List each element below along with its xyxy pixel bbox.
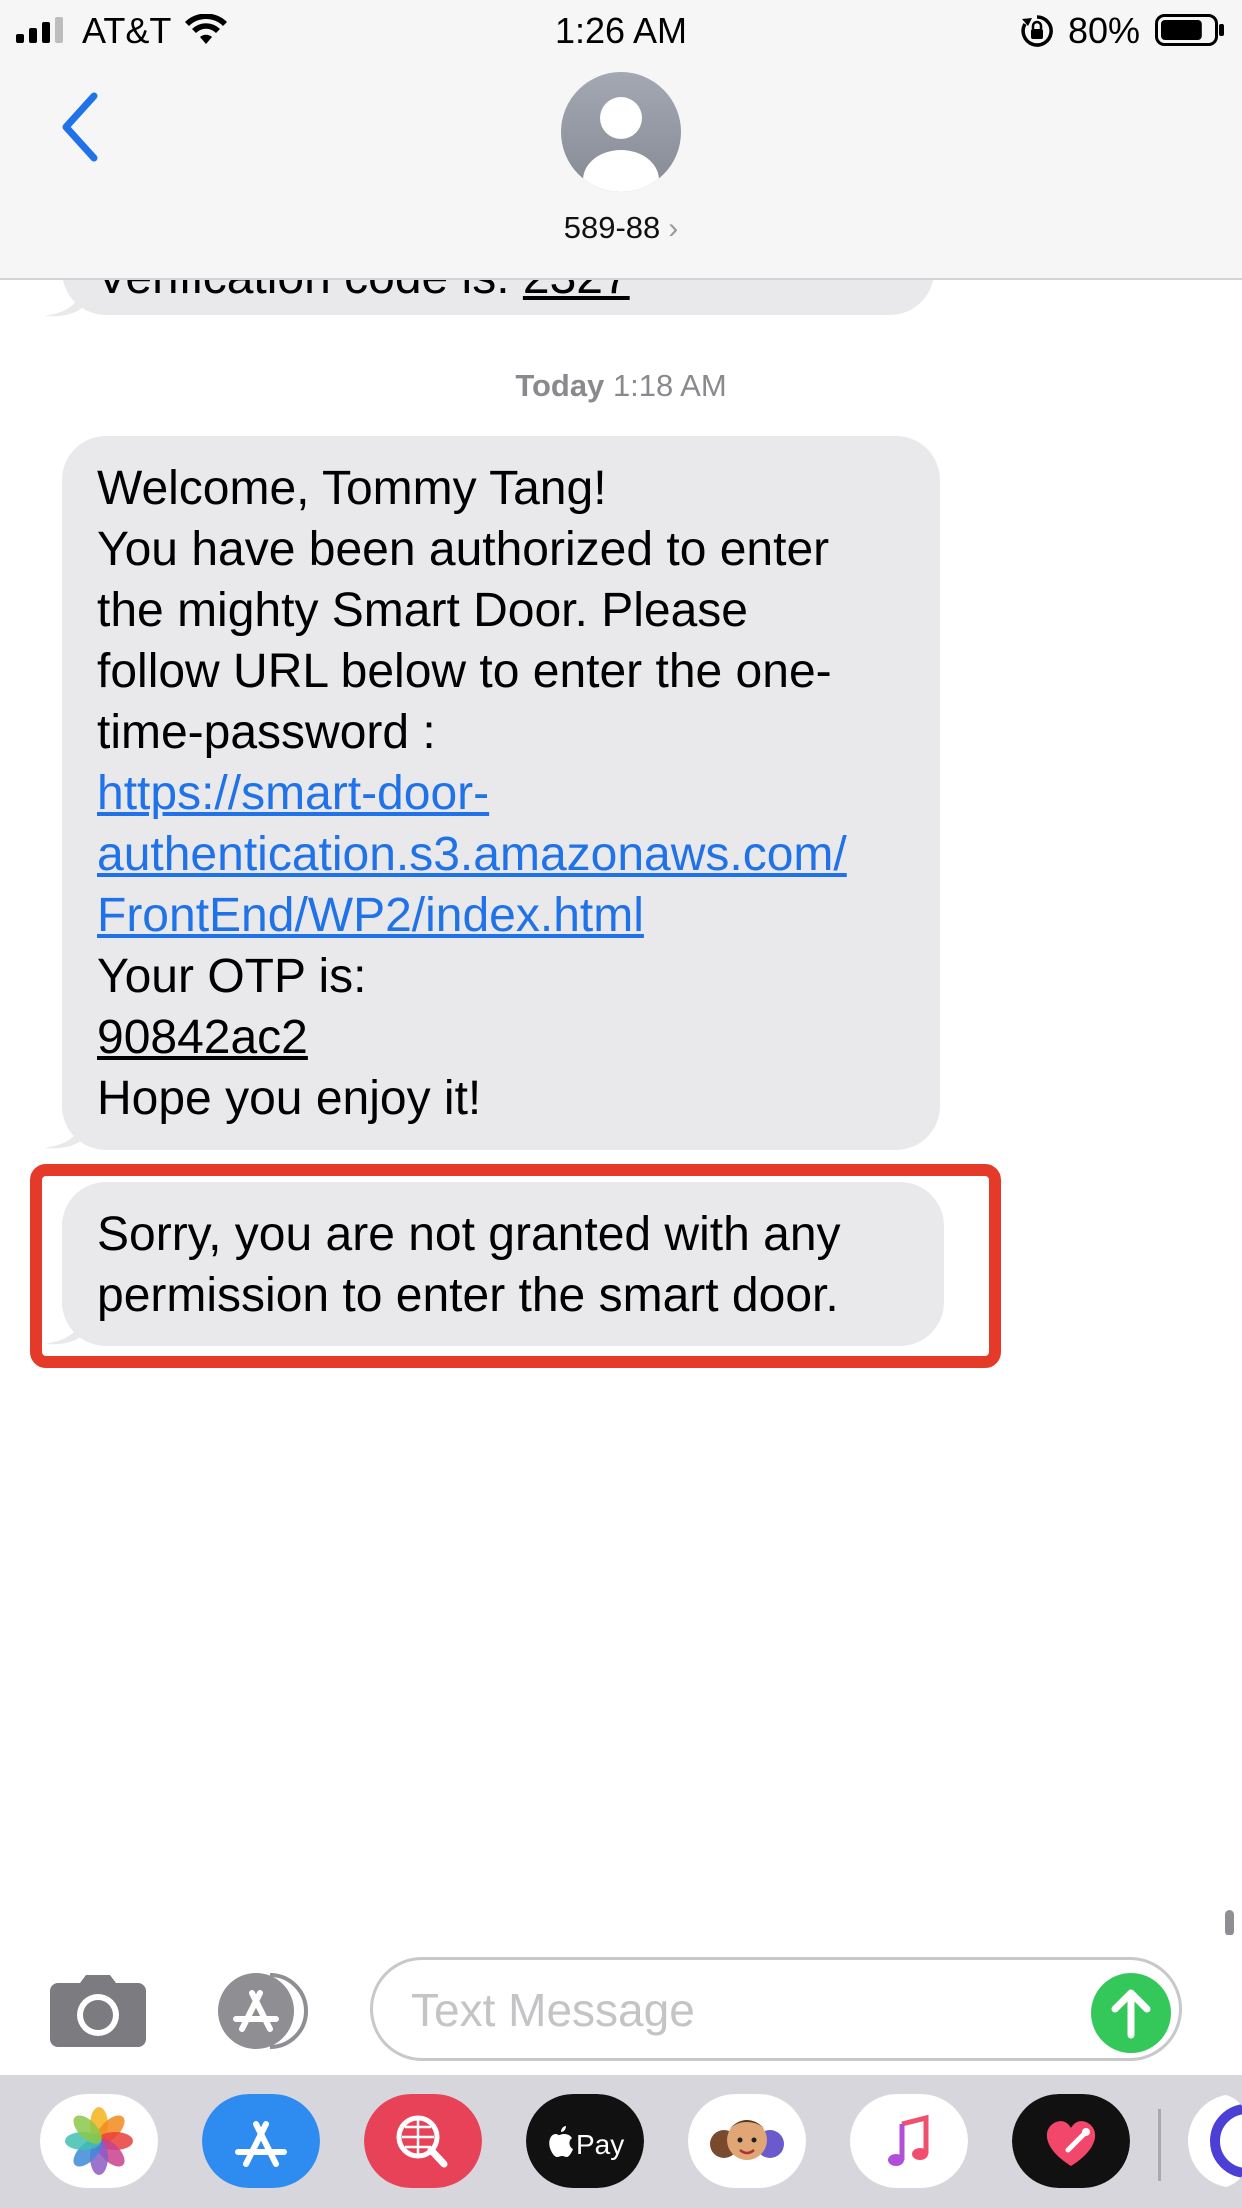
message-line: Welcome, Tommy Tang! — [97, 462, 607, 515]
chevron-left-icon[interactable] — [56, 88, 106, 166]
drawer-divider — [1158, 2109, 1161, 2181]
person-icon[interactable] — [561, 72, 681, 192]
message-line: You have been authorized to enter — [97, 523, 830, 576]
welcome-message-bubble[interactable]: Welcome, Tommy Tang! You have been autho… — [62, 436, 940, 1150]
app-store-icon[interactable] — [202, 2094, 320, 2188]
bubble-tail — [44, 294, 84, 317]
message-line: follow URL below to enter the one- — [97, 645, 832, 698]
message-composer — [0, 1935, 1242, 2075]
previous-message-text: Verification code is: 2327 — [96, 280, 630, 305]
more-app-icon[interactable] — [1188, 2094, 1242, 2188]
web-search-icon[interactable] — [364, 2094, 482, 2188]
battery-percent: 80% — [1068, 10, 1141, 51]
status-bar: AT&T 1:26 AM 80% — [0, 0, 1242, 58]
photos-icon[interactable] — [40, 2094, 158, 2188]
apple-pay-icon[interactable]: Pay — [526, 2094, 644, 2188]
otp-url-link[interactable]: FrontEnd/WP2/index.html — [97, 885, 644, 946]
contact-number: 589-88 — [563, 210, 661, 245]
message-line: the mighty Smart Door. Please — [97, 584, 748, 637]
message-timestamp: Today 1:18 AM — [0, 368, 1242, 404]
highlight-annotation-box — [30, 1164, 1001, 1368]
bubble-tail — [44, 1126, 84, 1149]
svg-text:Pay: Pay — [576, 2129, 624, 2160]
otp-url-link[interactable]: https://smart-door- — [97, 763, 489, 824]
timestamp-time: 1:18 AM — [612, 368, 727, 403]
memoji-icon[interactable] — [688, 2094, 806, 2188]
contact-name[interactable]: 589-88 › — [0, 210, 1242, 246]
otp-url-link[interactable]: authentication.s3.amazonaws.com/ — [97, 824, 847, 885]
message-closing: Hope you enjoy it! — [97, 1072, 482, 1125]
orientation-lock-icon — [1021, 15, 1053, 47]
message-thread[interactable]: Verification code is: 2327 Today 1:18 AM… — [0, 280, 1242, 1935]
chevron-right-icon: › — [668, 212, 679, 245]
conversation-header: 589-88 › — [0, 58, 1242, 280]
music-icon[interactable] — [850, 2094, 968, 2188]
send-arrow-icon[interactable] — [1091, 1973, 1171, 2053]
message-line: time-password : — [97, 706, 436, 759]
text-message-input[interactable] — [411, 1982, 1071, 2038]
scrollbar[interactable] — [1225, 1910, 1234, 1935]
camera-icon[interactable] — [50, 1975, 146, 2047]
battery-icon — [1155, 14, 1224, 46]
timestamp-day: Today — [515, 368, 605, 403]
message-input-field[interactable] — [370, 1957, 1182, 2061]
status-time: 1:26 AM — [554, 10, 688, 51]
digital-touch-icon[interactable] — [1012, 2094, 1130, 2188]
imessage-app-drawer: Pay — [0, 2075, 1242, 2208]
otp-label: Your OTP is: — [97, 950, 367, 1003]
otp-code[interactable]: 90842ac2 — [97, 1007, 308, 1068]
app-store-icon[interactable] — [210, 1971, 320, 2051]
